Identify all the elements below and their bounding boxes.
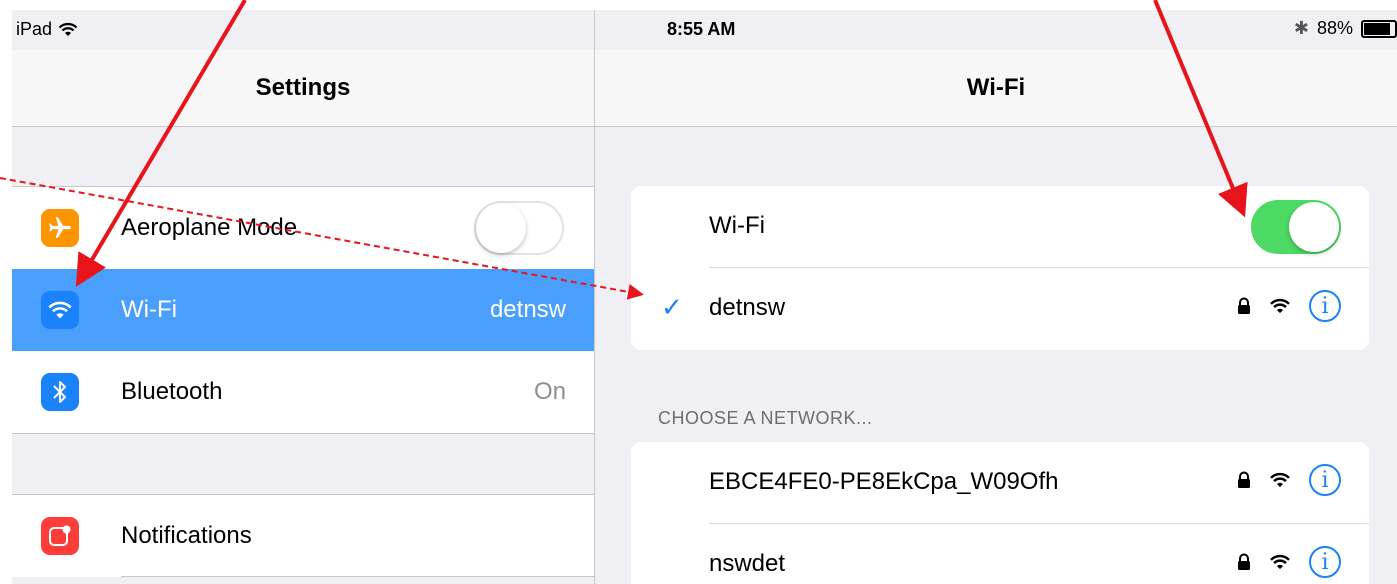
network-name: nswdet <box>709 550 786 577</box>
network-status-icons: i <box>1237 290 1341 322</box>
wifi-toggle[interactable] <box>1251 200 1341 254</box>
sidebar-item-wifi[interactable]: Wi-Fi detnsw <box>12 269 594 351</box>
settings-group-connectivity: Aeroplane Mode Wi-Fi detnsw Bluetooth On <box>12 186 594 434</box>
info-icon[interactable]: i <box>1309 290 1341 322</box>
checkmark-icon: ✓ <box>661 292 683 322</box>
notifications-icon <box>41 517 79 555</box>
wifi-navbar: Wi-Fi <box>595 50 1397 127</box>
bluetooth-status-value: On <box>533 378 566 405</box>
connected-network-name: detnsw <box>709 294 786 321</box>
bluetooth-status-icon: ✱ <box>1293 18 1309 38</box>
lock-icon <box>1238 297 1250 314</box>
sidebar-item-label: Notifications <box>121 522 252 549</box>
wifi-card: Wi-Fi ✓ detnsw i <box>631 186 1369 350</box>
split-divider <box>594 10 595 584</box>
info-icon[interactable]: i <box>1309 464 1341 496</box>
network-row[interactable]: nswdet i <box>631 524 1369 584</box>
wifi-toggle-row: Wi-Fi <box>631 186 1369 268</box>
clock: 8:55 AM <box>667 19 736 39</box>
network-name: EBCE4FE0-PE8EkCpa_W09Ofh <box>709 468 1059 495</box>
ipad-screen: iPad 8:55 AM ✱ 88% Settings Wi-Fi Aeropl… <box>12 10 1397 584</box>
settings-navbar: Settings <box>12 50 594 127</box>
sidebar-item-notifications[interactable]: Notifications <box>12 495 594 577</box>
status-right: ✱ 88% <box>1294 18 1397 39</box>
sidebar-item-label: Bluetooth <box>121 378 223 405</box>
device-indicator: iPad <box>16 19 78 40</box>
choose-network-header: CHOOSE A NETWORK... <box>658 408 873 428</box>
device-name: iPad <box>16 19 53 39</box>
wifi-signal-icon <box>1270 472 1290 488</box>
network-status-icons: i <box>1237 464 1341 496</box>
sidebar-item-label: Aeroplane Mode <box>121 214 298 241</box>
network-row[interactable]: EBCE4FE0-PE8EkCpa_W09Ofh i <box>631 442 1369 524</box>
network-status-icons: i <box>1237 546 1341 578</box>
row-divider <box>121 576 594 577</box>
settings-group-notifications: Notifications <box>12 494 594 577</box>
sidebar-item-bluetooth[interactable]: Bluetooth On <box>12 351 594 433</box>
page-title-wifi: Wi-Fi <box>966 74 1026 101</box>
airplane-icon <box>41 209 79 247</box>
sidebar-item-aeroplane-mode[interactable]: Aeroplane Mode <box>12 187 594 269</box>
sidebar-item-label: Wi-Fi <box>121 296 177 323</box>
toggle-knob <box>476 203 526 253</box>
wifi-signal-icon <box>1270 298 1290 314</box>
wifi-icon <box>41 291 79 329</box>
status-bar: iPad 8:55 AM ✱ 88% <box>12 10 1397 50</box>
battery-icon <box>1361 19 1397 38</box>
aeroplane-mode-toggle[interactable] <box>474 201 564 255</box>
battery-percent: 88% <box>1316 18 1353 38</box>
networks-card: EBCE4FE0-PE8EkCpa_W09Ofh i nswdet i <box>631 442 1369 584</box>
bluetooth-icon <box>41 373 79 411</box>
connected-network-row[interactable]: ✓ detnsw i <box>631 268 1369 350</box>
wifi-toggle-label: Wi-Fi <box>709 212 765 239</box>
toggle-knob <box>1289 202 1339 252</box>
lock-icon <box>1238 553 1250 570</box>
battery-fill <box>1364 22 1391 35</box>
wifi-signal-icon <box>1270 554 1290 570</box>
wifi-status-icon <box>58 22 78 36</box>
wifi-network-value: detnsw <box>489 296 566 323</box>
lock-icon <box>1238 471 1250 488</box>
page-title-settings: Settings <box>255 74 351 101</box>
info-icon[interactable]: i <box>1309 546 1341 578</box>
